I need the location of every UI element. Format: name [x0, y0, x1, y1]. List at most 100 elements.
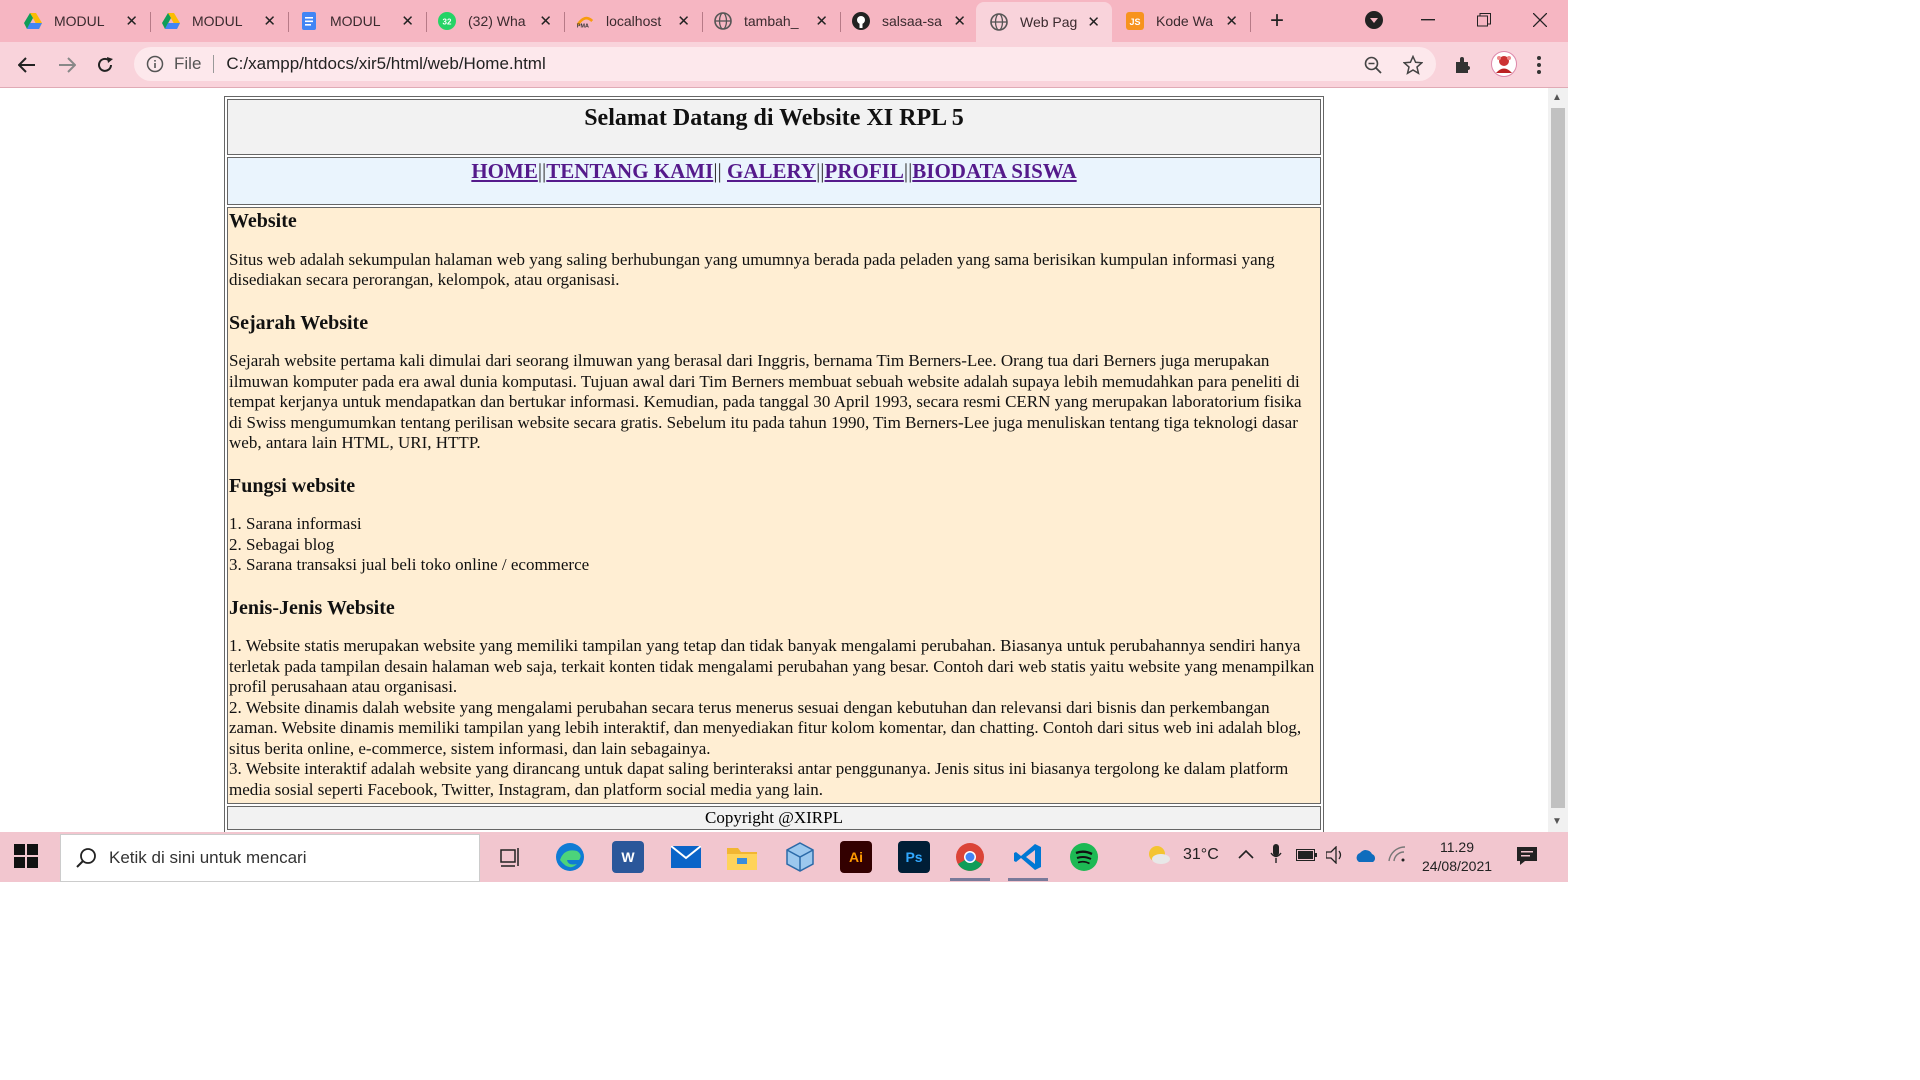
chrome-icon[interactable] — [954, 841, 986, 873]
tab-search-button[interactable] — [1354, 6, 1394, 34]
word-icon[interactable]: W — [612, 841, 644, 873]
notification-icon[interactable] — [1516, 846, 1538, 870]
photoshop-icon[interactable]: Ps — [898, 841, 930, 873]
volume-icon[interactable] — [1325, 845, 1346, 868]
bookmark-star-icon[interactable] — [1402, 54, 1424, 76]
start-button[interactable] — [14, 844, 40, 870]
site-header: Selamat Datang di Website XI RPL 5 — [227, 99, 1321, 155]
close-icon — [1533, 13, 1547, 27]
forward-button[interactable] — [52, 50, 82, 80]
tab-label: localhost — [606, 13, 662, 29]
edge-icon[interactable] — [554, 841, 586, 873]
windows-taskbar: Ketik di sini untuk mencari W Ai Ps 31°C — [0, 832, 1568, 882]
system-clock[interactable]: 11.29 24/08/2021 — [1416, 838, 1498, 876]
globe-icon — [714, 12, 732, 30]
nav-link-profil[interactable]: PROFIL — [825, 159, 904, 183]
taskbar-search-box[interactable]: Ketik di sini untuk mencari — [60, 834, 480, 882]
google-drive-icon — [24, 12, 42, 30]
main-content: Website Situs web adalah sekumpulan hala… — [227, 207, 1321, 804]
close-window-button[interactable] — [1520, 6, 1560, 34]
tab-localhost[interactable]: PMA localhost ✕ — [552, 4, 702, 38]
tab-tambah[interactable]: tambah_ ✕ — [690, 4, 840, 38]
close-icon[interactable]: ✕ — [815, 12, 828, 30]
address-bar[interactable]: File C:/xampp/htdocs/xir5/html/web/Home.… — [134, 47, 1436, 81]
file-explorer-icon[interactable] — [726, 841, 758, 873]
section-list-fungsi: 1. Sarana informasi 2. Sebagai blog 3. S… — [229, 514, 1319, 576]
scroll-up-icon[interactable]: ▲ — [1552, 92, 1562, 103]
spotify-icon[interactable] — [1068, 841, 1100, 873]
close-icon[interactable]: ✕ — [1225, 12, 1238, 30]
wifi-icon[interactable] — [1388, 846, 1406, 866]
list-item: 1. Sarana informasi — [229, 514, 362, 533]
tab-web-page-active[interactable]: Web Pag ✕ — [976, 2, 1112, 42]
tab-kode[interactable]: JS Kode Wa ✕ — [1102, 4, 1250, 38]
mail-icon[interactable] — [670, 841, 702, 873]
section-heading-sejarah: Sejarah Website — [229, 311, 369, 334]
restore-button[interactable] — [1464, 6, 1504, 34]
vscode-icon[interactable] — [1012, 841, 1044, 873]
nav-link-home[interactable]: HOME — [471, 159, 538, 183]
arrow-right-icon — [59, 57, 76, 73]
onedrive-icon[interactable] — [1354, 849, 1378, 867]
close-icon[interactable]: ✕ — [953, 12, 966, 30]
3d-box-app-icon[interactable] — [784, 841, 816, 873]
battery-icon[interactable] — [1296, 848, 1318, 865]
search-placeholder: Ketik di sini untuk mencari — [109, 848, 307, 867]
phpmyadmin-icon: PMA — [576, 12, 594, 30]
microphone-icon[interactable] — [1270, 844, 1282, 868]
url-text[interactable]: C:/xampp/htdocs/xir5/html/web/Home.html — [226, 54, 545, 74]
extensions-icon[interactable] — [1452, 54, 1474, 76]
nav-link-tentang-kami[interactable]: TENTANG KAMI — [546, 159, 713, 183]
tab-github[interactable]: salsaa-sa ✕ — [828, 4, 978, 38]
profile-avatar[interactable] — [1490, 50, 1518, 78]
minimize-button[interactable] — [1408, 6, 1448, 34]
tab-whatsapp[interactable]: 32 (32) Wha ✕ — [414, 4, 564, 38]
close-icon[interactable]: ✕ — [401, 12, 414, 30]
tab-modul-2[interactable]: MODUL ✕ — [138, 4, 288, 38]
info-icon[interactable] — [146, 55, 164, 73]
section-text-sejarah: Sejarah website pertama kali dimulai dar… — [229, 351, 1302, 452]
task-view-icon[interactable] — [494, 841, 526, 873]
tab-label: MODUL — [192, 13, 243, 29]
page-scrollbar[interactable]: ▲ ▼ — [1548, 88, 1568, 832]
active-app-indicator — [950, 878, 990, 881]
close-icon[interactable]: ✕ — [539, 12, 552, 30]
nav-link-biodata-siswa[interactable]: BIODATA SISWA — [912, 159, 1076, 183]
close-icon[interactable]: ✕ — [125, 12, 138, 30]
scrollbar-thumb[interactable] — [1551, 108, 1565, 808]
browser-toolbar: File C:/xampp/htdocs/xir5/html/web/Home.… — [0, 42, 1568, 88]
new-tab-button[interactable]: + — [1262, 6, 1292, 36]
list-item: 3. Sarana transaksi jual beli toko onlin… — [229, 555, 590, 574]
weather-icon[interactable] — [1146, 844, 1172, 870]
globe-icon — [990, 13, 1008, 31]
reload-button[interactable] — [90, 50, 120, 80]
tab-modul-3[interactable]: MODUL ✕ — [276, 4, 426, 38]
list-item: 2. Sebagai blog — [229, 534, 335, 554]
close-icon[interactable]: ✕ — [677, 12, 690, 30]
back-button[interactable] — [12, 50, 42, 80]
tab-label: MODUL — [54, 13, 105, 29]
arrow-left-icon — [18, 57, 35, 73]
avatar-icon — [1491, 51, 1517, 77]
svg-text:32: 32 — [443, 18, 452, 27]
tab-label: tambah_ — [744, 13, 799, 29]
site-layout-table: Selamat Datang di Website XI RPL 5 HOME|… — [224, 96, 1324, 832]
close-icon[interactable]: ✕ — [1087, 13, 1100, 31]
section-list-jenis: 1. Website statis merupakan website yang… — [229, 636, 1319, 800]
list-item: 3. Website interaktif adalah website yan… — [229, 759, 1289, 799]
minimize-icon — [1421, 19, 1435, 21]
menu-kebab-icon[interactable] — [1528, 54, 1550, 76]
zoom-icon[interactable] — [1362, 54, 1384, 76]
nav-link-galery[interactable]: GALERY — [727, 159, 816, 183]
tab-label: MODUL — [330, 13, 381, 29]
chevron-up-icon[interactable] — [1238, 846, 1254, 863]
clock-date: 24/08/2021 — [1421, 858, 1493, 874]
svg-text:PMA: PMA — [577, 23, 589, 29]
close-icon[interactable]: ✕ — [263, 12, 276, 30]
scroll-down-icon[interactable]: ▼ — [1552, 816, 1562, 827]
weather-temperature[interactable]: 31°C — [1183, 846, 1219, 864]
tab-modul-1[interactable]: MODUL ✕ — [0, 4, 150, 38]
search-icon — [76, 848, 96, 868]
illustrator-icon[interactable]: Ai — [840, 841, 872, 873]
js-icon: JS — [1126, 12, 1144, 30]
